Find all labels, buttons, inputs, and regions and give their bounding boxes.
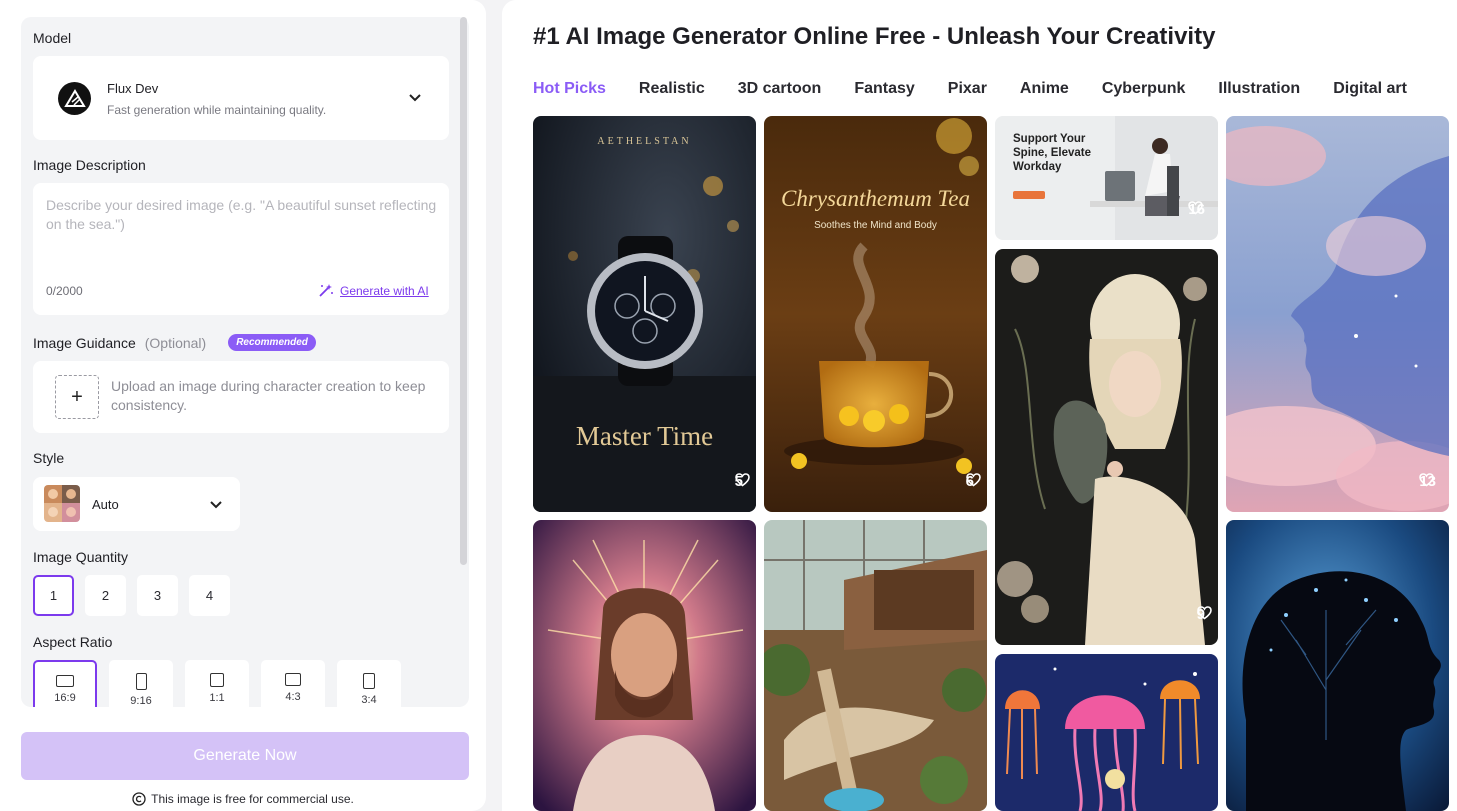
tab-illustration[interactable]: Illustration [1218,80,1300,98]
tab-realistic[interactable]: Realistic [639,80,705,98]
gallery-image-cloud-face[interactable]: 13 [1226,116,1449,512]
tea-subtitle: Soothes the Mind and Body [814,220,937,231]
style-select[interactable]: Auto [33,477,240,531]
aspect-3-4[interactable]: 3:4 [337,660,401,707]
landscape-icon [56,675,74,687]
heart-icon [1419,473,1435,487]
plus-icon[interactable]: + [55,375,99,419]
guidance-label: Image Guidance [33,334,136,351]
spine-line: Support Your [1013,133,1086,145]
gallery-image-treehouse[interactable] [764,520,987,811]
aspect-label: 1:1 [209,692,225,704]
magic-wand-icon [319,284,333,297]
tab-cyberpunk[interactable]: Cyberpunk [1102,80,1186,98]
heart-icon [1196,606,1212,620]
image-upload-area[interactable]: + Upload an image during character creat… [33,361,449,433]
aspect-1-1[interactable]: 1:1 [185,660,249,707]
model-description: Fast generation while maintaining qualit… [107,103,327,117]
tab-pixar[interactable]: Pixar [948,80,987,98]
flux-logo-icon [58,82,91,115]
chevron-down-icon[interactable] [209,497,223,515]
gallery-panel: #1 AI Image Generator Online Free - Unle… [502,0,1457,811]
tab-digital-art[interactable]: Digital art [1333,80,1407,98]
model-name: Flux Dev [107,81,159,96]
copyright-icon [132,792,146,806]
page-title: #1 AI Image Generator Online Free - Unle… [533,23,1216,50]
gallery-image-tea[interactable]: Chrysanthemum Tea Soothes the Mind and B… [764,116,987,512]
like-counter[interactable]: 6 [966,473,981,490]
generator-panel: Model Flux Dev Fast generation while mai… [0,0,486,811]
character-count: 0/2000 [46,284,83,298]
style-thumbnail [44,485,80,522]
like-counter[interactable]: 13 [1419,473,1436,490]
aspect-ratio-label: Aspect Ratio [33,634,113,650]
portrait-icon [363,673,375,689]
like-counter[interactable]: 5 [735,473,750,490]
guidance-optional: (Optional) [144,334,207,351]
tab-fantasy[interactable]: Fantasy [854,80,914,98]
commercial-use-note: This image is free for commercial use. [0,792,486,806]
heart-icon [734,473,750,487]
quantity-label: Image Quantity [33,549,128,565]
tab-anime[interactable]: Anime [1020,80,1069,98]
quantity-option-1[interactable]: 1 [33,575,74,616]
style-label: Style [33,450,65,466]
tab-3d-cartoon[interactable]: 3D cartoon [738,80,822,98]
generate-with-ai-link[interactable]: Generate with AI [317,282,429,299]
quantity-option-2[interactable]: 2 [85,575,126,616]
scrollbar-thumb[interactable] [460,17,467,565]
gallery-image-spine[interactable]: Support Your Spine, Elevate Workday 16 [995,116,1218,240]
description-label: Image Description [33,157,146,173]
quantity-option-4[interactable]: 4 [189,575,230,616]
portrait-icon [135,673,147,690]
category-tabs: Hot Picks Realistic 3D cartoon Fantasy P… [533,80,1440,98]
upload-hint: Upload an image during character creatio… [111,378,426,413]
style-value: Auto [92,497,119,512]
recommended-badge: Recommended [228,334,316,351]
gallery-image-tree-head[interactable] [1226,520,1449,811]
heart-icon [965,473,981,487]
chevron-down-icon[interactable] [408,90,422,108]
watch-headline: Master Time [575,421,714,451]
tea-headline: Chrysanthemum Tea [781,186,970,211]
landscape-icon [285,673,301,686]
like-counter[interactable]: 16 [1188,201,1205,218]
gallery-image-dragon-woman[interactable]: 9 [995,249,1218,645]
aspect-label: 9:16 [130,695,152,707]
generate-with-ai-label[interactable]: Generate with AI [340,284,429,298]
description-placeholder[interactable]: Describe your desired image (e.g. "A bea… [46,196,441,234]
model-label: Model [33,30,72,46]
quantity-option-3[interactable]: 3 [137,575,178,616]
spine-line: Spine, Elevate [1013,147,1091,159]
spine-headline: Support Your Spine, Elevate Workday [1013,132,1091,174]
aspect-4-3[interactable]: 4:3 [261,660,325,707]
gallery-image-radiant-man[interactable] [533,520,756,811]
commercial-use-text: This image is free for commercial use. [151,792,354,806]
aspect-label: 4:3 [285,691,301,703]
spine-line: Workday [1013,161,1062,173]
gallery-image-watch[interactable]: AETHELSTAN Master Time 5 [533,116,756,512]
description-field[interactable]: Describe your desired image (e.g. "A bea… [33,183,449,315]
model-select[interactable]: Flux Dev Fast generation while maintaini… [33,56,449,140]
aspect-label: 3:4 [361,694,377,706]
guidance-header: Image Guidance (Optional) Recommended [33,334,316,351]
square-icon [210,673,224,687]
heart-icon [1188,201,1204,215]
watch-brand-text: AETHELSTAN [597,136,692,147]
settings-scroll-area: Model Flux Dev Fast generation while mai… [21,17,469,707]
aspect-16-9[interactable]: 16:9 [33,660,97,707]
like-counter[interactable]: 9 [1197,606,1212,623]
gallery-image-jellyfish[interactable] [995,654,1218,811]
aspect-label: 16:9 [54,692,76,704]
tab-hot-picks[interactable]: Hot Picks [533,80,606,98]
aspect-9-16[interactable]: 9:16 [109,660,173,707]
generate-now-button[interactable]: Generate Now [21,732,469,780]
